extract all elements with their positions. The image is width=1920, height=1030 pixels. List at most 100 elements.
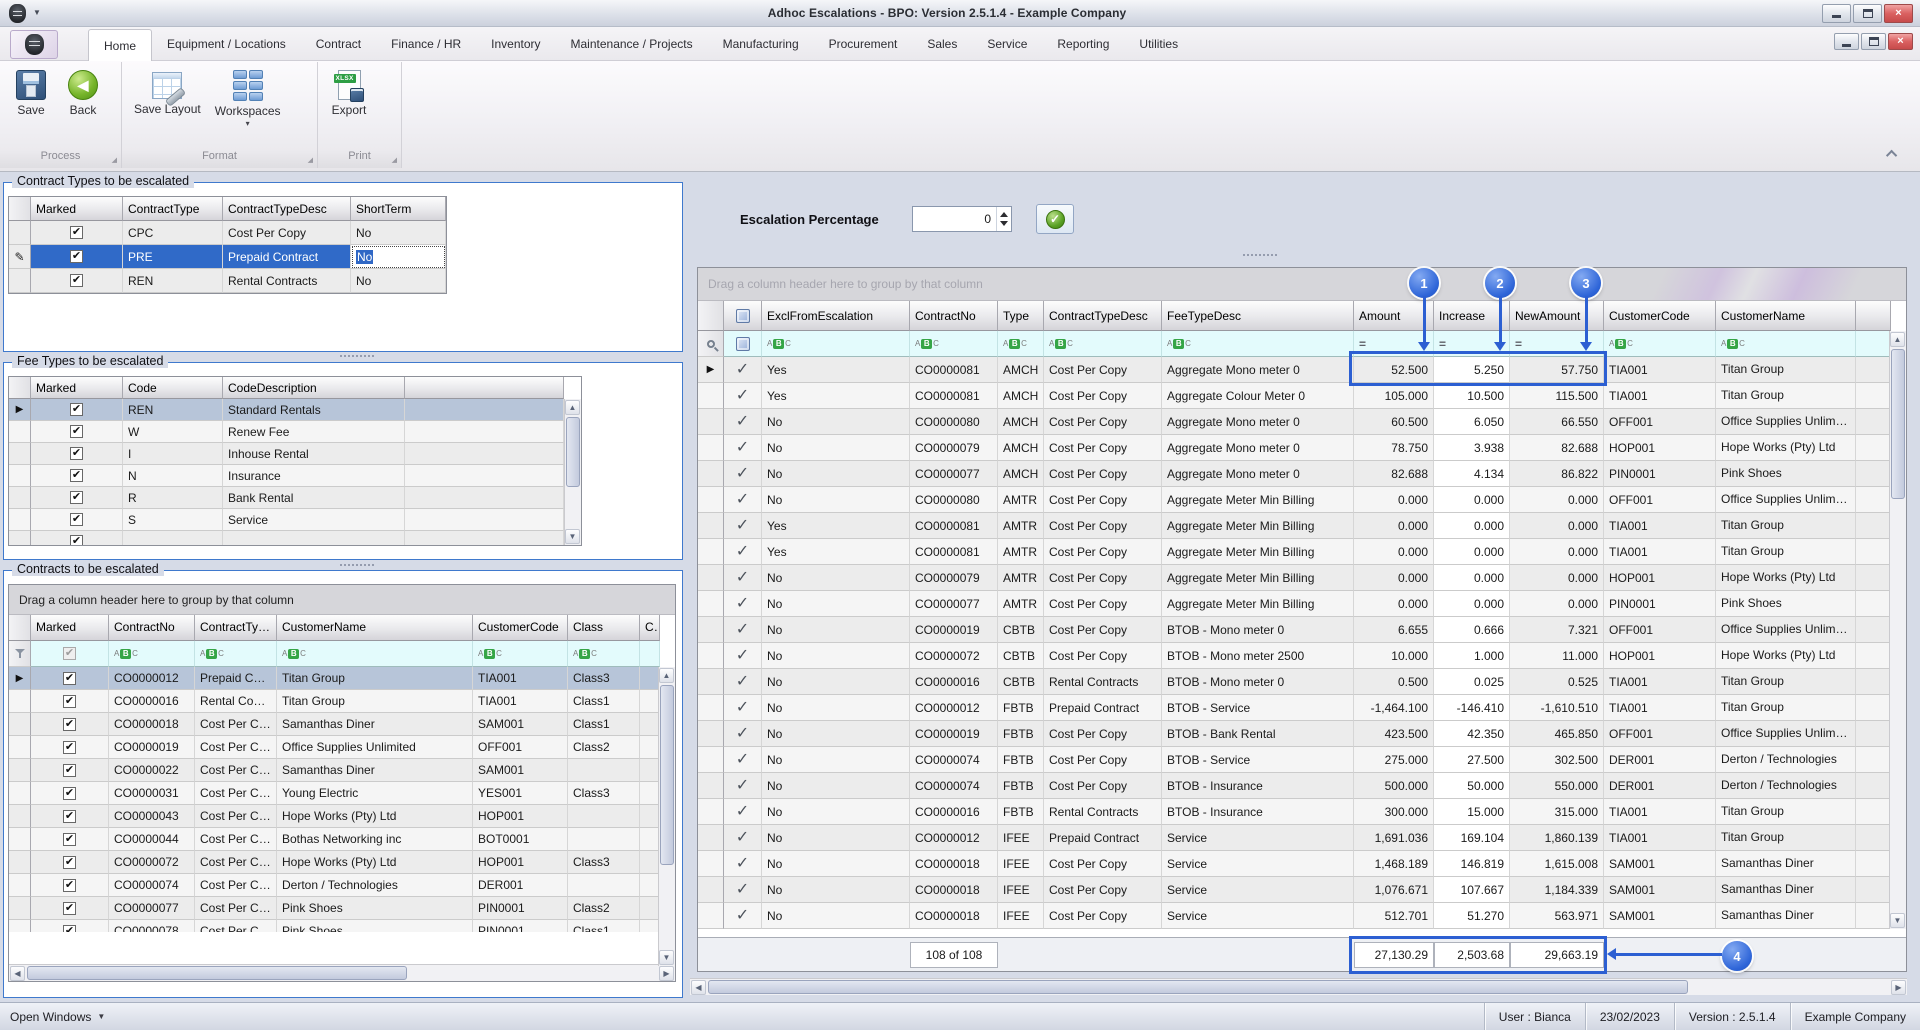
equals-filter-icon[interactable]: = <box>1439 337 1446 351</box>
column-header-contracttype[interactable]: ContractType <box>195 615 277 641</box>
table-row[interactable]: ✓YesCO0000081AMTRCost Per CopyAggregate … <box>698 539 1891 565</box>
checkbox[interactable]: ✓ <box>736 830 749 846</box>
tab-sales[interactable]: Sales <box>912 27 972 61</box>
table-row[interactable]: ✓YesCO0000081AMCHCost Per CopyAggregate … <box>698 383 1891 409</box>
checkbox[interactable]: ✔ <box>70 425 83 438</box>
scroll-up-icon[interactable]: ▲ <box>659 668 674 683</box>
checkbox[interactable]: ✓ <box>736 856 749 872</box>
checkbox[interactable]: ✔ <box>63 672 76 685</box>
minimize-button[interactable] <box>1822 4 1851 23</box>
export-button[interactable]: Export <box>326 66 372 119</box>
table-row[interactable]: ✔RENRental ContractsNo <box>9 269 446 293</box>
workspaces-button[interactable]: Workspaces▾ <box>211 66 285 130</box>
table-row[interactable]: ✓NoCO0000077AMCHCost Per CopyAggregate M… <box>698 461 1891 487</box>
column-header-class[interactable]: Class <box>568 615 640 641</box>
filter-cell[interactable]: ABC <box>910 331 998 357</box>
table-row[interactable]: ✎✔PREPrepaid ContractNo <box>9 245 446 269</box>
scrollbar-thumb[interactable] <box>27 966 407 980</box>
checkbox[interactable]: ✔ <box>63 856 76 869</box>
column-header-contracttypedesc[interactable]: ContractTypeDesc <box>223 197 351 221</box>
tab-reporting[interactable]: Reporting <box>1042 27 1124 61</box>
column-header-cat[interactable]: Cat <box>640 615 660 641</box>
column-header-checkbox[interactable] <box>724 301 762 331</box>
checkbox[interactable]: ✓ <box>736 674 749 690</box>
quick-access-dropdown-icon[interactable]: ▼ <box>33 9 41 17</box>
checkbox[interactable]: ✓ <box>736 362 749 378</box>
scrollbar-thumb[interactable] <box>708 980 1688 994</box>
checkbox[interactable]: ✔ <box>63 647 76 660</box>
column-header-amount[interactable]: Amount <box>1354 301 1434 331</box>
text-filter-icon[interactable]: ABC <box>1721 339 1745 349</box>
scroll-up-icon[interactable]: ▲ <box>565 400 580 415</box>
checkbox[interactable]: ✔ <box>63 902 76 915</box>
text-filter-icon[interactable]: ABC <box>1003 339 1027 349</box>
column-header-contractno[interactable]: ContractNo <box>910 301 998 331</box>
checkbox[interactable]: ✓ <box>736 596 749 612</box>
text-filter-icon[interactable]: ABC <box>1609 339 1633 349</box>
column-header-contractno[interactable]: ContractNo <box>109 615 195 641</box>
column-header-exclfromescalation[interactable]: ExclFromEscalation <box>762 301 910 331</box>
scroll-down-icon[interactable]: ▼ <box>1890 913 1905 928</box>
table-row[interactable]: ✓NoCO0000012FBTBPrepaid ContractBTOB - S… <box>698 695 1891 721</box>
checkbox[interactable]: ✓ <box>736 804 749 820</box>
filter-cell[interactable]: ABC <box>762 331 910 357</box>
checkbox[interactable]: ✓ <box>736 570 749 586</box>
column-header-shortterm[interactable]: ShortTerm <box>351 197 446 221</box>
table-row[interactable]: ✔IInhouse Rental <box>9 443 564 465</box>
text-filter-icon[interactable]: ABC <box>282 649 306 659</box>
scrollbar-thumb[interactable] <box>566 417 580 487</box>
tab-manufacturing[interactable]: Manufacturing <box>708 27 814 61</box>
table-row[interactable]: ✔CO0000077Cost Per CopyPink ShoesPIN0001… <box>9 897 660 920</box>
column-header-marked[interactable]: Marked <box>31 615 109 641</box>
checkbox[interactable]: ✔ <box>63 810 76 823</box>
column-header-code[interactable]: Code <box>123 377 223 399</box>
vertical-scrollbar[interactable]: ▲▼ <box>1889 331 1906 929</box>
splitter-grip[interactable] <box>340 564 374 566</box>
checkbox-column-icon[interactable] <box>736 337 750 351</box>
table-row[interactable]: ✓NoCO0000018IFEECost Per CopyService512.… <box>698 903 1891 929</box>
text-filter-icon[interactable]: ABC <box>573 649 597 659</box>
filter-cell[interactable]: ABC <box>1604 331 1716 357</box>
checkbox[interactable]: ✔ <box>63 764 76 777</box>
filter-cell[interactable]: ABC <box>277 641 473 667</box>
scrollbar-thumb[interactable] <box>1891 349 1905 499</box>
checkbox-column-icon[interactable] <box>736 309 750 323</box>
spin-down-icon[interactable] <box>1000 221 1008 226</box>
table-row[interactable]: ▶✔RENStandard Rentals <box>9 399 564 421</box>
table-row[interactable]: ✔CO0000031Cost Per CopyYoung ElectricYES… <box>9 782 660 805</box>
table-row[interactable]: ✓NoCO0000012IFEEPrepaid ContractService1… <box>698 825 1891 851</box>
scroll-left-icon[interactable]: ◀ <box>10 966 25 981</box>
checkbox[interactable]: ✓ <box>736 778 749 794</box>
group-by-panel[interactable]: Drag a column header here to group by th… <box>9 585 675 615</box>
filter-cell[interactable]: ABC <box>1716 331 1856 357</box>
tab-home[interactable]: Home <box>88 29 152 62</box>
table-row[interactable]: ✔CO0000078Cost Per CopyPink ShoesPIN0001… <box>9 920 660 932</box>
checkbox[interactable]: ✔ <box>70 535 83 545</box>
checkbox[interactable]: ✓ <box>736 752 749 768</box>
text-filter-icon[interactable]: ABC <box>1049 339 1073 349</box>
checkbox[interactable]: ✓ <box>736 622 749 638</box>
text-filter-icon[interactable]: ABC <box>767 339 791 349</box>
checkbox[interactable]: ✓ <box>736 648 749 664</box>
table-row[interactable]: ✓NoCO0000080AMTRCost Per CopyAggregate M… <box>698 487 1891 513</box>
checkbox[interactable]: ✔ <box>70 513 83 526</box>
filter-cell[interactable]: ABC <box>109 641 195 667</box>
table-row[interactable]: ▶✔CO0000012Prepaid ContractTitan GroupTI… <box>9 667 660 690</box>
table-row[interactable]: ✓NoCO0000074FBTBCost Per CopyBTOB - Serv… <box>698 747 1891 773</box>
column-header-marked[interactable]: Marked <box>31 377 123 399</box>
scroll-down-icon[interactable]: ▼ <box>659 950 674 965</box>
checkbox[interactable]: ✔ <box>70 226 83 239</box>
table-row[interactable]: ✓NoCO0000074FBTBCost Per CopyBTOB - Insu… <box>698 773 1891 799</box>
text-filter-icon[interactable]: ABC <box>478 649 502 659</box>
equals-filter-icon[interactable]: = <box>1359 337 1366 351</box>
checkbox[interactable]: ✔ <box>70 403 83 416</box>
scroll-down-icon[interactable]: ▼ <box>565 529 580 544</box>
table-row[interactable]: ✔RBank Rental <box>9 487 564 509</box>
table-row[interactable]: ✓NoCO0000018IFEECost Per CopyService1,07… <box>698 877 1891 903</box>
close-button[interactable]: × <box>1884 4 1913 23</box>
filter-cell[interactable] <box>640 641 660 667</box>
text-filter-icon[interactable]: ABC <box>915 339 939 349</box>
table-row[interactable]: ✔WRenew Fee <box>9 421 564 443</box>
table-row[interactable]: ✔CO0000044Cost Per CopyBothas Networking… <box>9 828 660 851</box>
horizontal-scrollbar[interactable]: ◀▶ <box>9 964 675 981</box>
